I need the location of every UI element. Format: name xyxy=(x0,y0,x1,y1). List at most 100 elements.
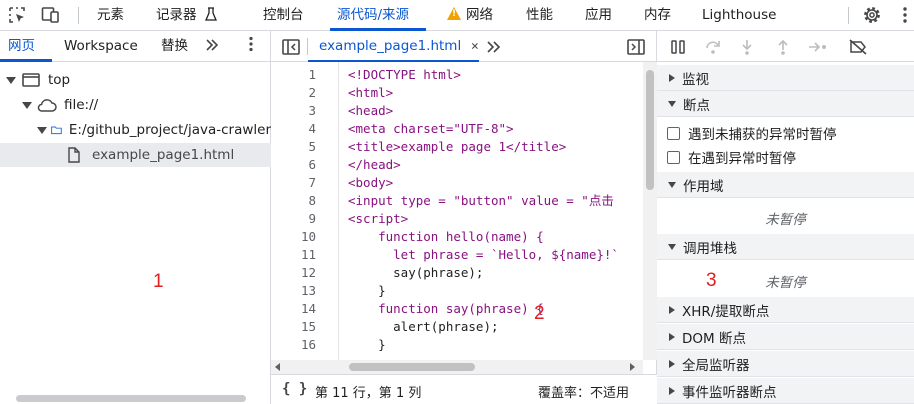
editor-panel: example_page1.html 1 2 3 4 5 6 7 8 9 10 … xyxy=(271,31,657,404)
section-title: 监视 xyxy=(682,71,709,88)
tab-recorder-label: 记录器 xyxy=(156,7,197,23)
code-line: <input type = "button" value = "点击 xyxy=(348,193,614,208)
section-global-listeners[interactable]: 全局监听器 xyxy=(657,351,914,377)
tab-page[interactable]: 网页 xyxy=(8,31,35,62)
tree-item-label: file:// xyxy=(64,97,99,113)
more-options-icon[interactable] xyxy=(894,4,914,26)
scrollbar-thumb[interactable] xyxy=(646,70,654,190)
editor-vertical-scrollbar[interactable] xyxy=(643,62,657,360)
tree-item-folder[interactable]: E:/github_project/java-crawler xyxy=(0,118,271,142)
tab-performance[interactable]: 性能 xyxy=(526,0,553,30)
line-number: 4 xyxy=(308,121,316,136)
flask-icon xyxy=(204,7,217,21)
tree-item-file[interactable]: example_page1.html xyxy=(0,143,271,167)
more-editor-tabs-chevron-icon[interactable] xyxy=(483,36,505,58)
code-line: } xyxy=(348,337,386,352)
devtools-toolbar: 元素 记录器 控制台 源代码/来源 网络 性能 应用 内存 Lighthouse xyxy=(0,0,914,31)
tab-recorder[interactable]: 记录器 xyxy=(156,0,217,30)
checkbox-label: 遇到未捕获的异常时暂停 xyxy=(688,127,837,143)
navigator-more-icon[interactable] xyxy=(248,31,254,62)
close-tab-icon[interactable] xyxy=(471,40,479,52)
line-number: 9 xyxy=(308,211,316,226)
pause-icon[interactable] xyxy=(667,36,689,58)
expand-arrow-icon[interactable] xyxy=(22,101,32,109)
code-line: function say(phrase) { xyxy=(348,301,544,316)
tab-application[interactable]: 应用 xyxy=(585,0,612,30)
line-number: 7 xyxy=(308,175,316,190)
editor-tab-file[interactable]: example_page1.html xyxy=(308,31,479,62)
tab-elements[interactable]: 元素 xyxy=(97,0,124,30)
cursor-position[interactable]: 第 11 行，第 1 列 xyxy=(315,382,421,401)
step-out-icon[interactable] xyxy=(772,36,794,58)
tab-lighthouse[interactable]: Lighthouse xyxy=(702,0,776,30)
line-number: 14 xyxy=(300,301,316,316)
step-over-icon[interactable] xyxy=(702,36,724,58)
toggle-navigator-icon[interactable] xyxy=(280,36,302,58)
device-toolbar-icon[interactable] xyxy=(40,4,62,26)
pause-caught-checkbox[interactable] xyxy=(667,150,680,164)
line-number: 10 xyxy=(300,229,316,244)
step-into-icon[interactable] xyxy=(736,36,758,58)
debugger-toolbar xyxy=(657,31,914,62)
navigator-horizontal-scrollbar[interactable] xyxy=(16,395,246,402)
section-event-listener-breakpoints[interactable]: 事件监听器断点 xyxy=(657,378,914,404)
more-tabs-chevron-icon[interactable] xyxy=(205,31,219,62)
expand-arrow-icon[interactable] xyxy=(37,126,47,134)
code-line: </head> xyxy=(348,157,401,172)
navigator-tabs: 网页 Workspace 替换 xyxy=(0,31,271,62)
tree-item-origin[interactable]: file:// xyxy=(0,93,271,117)
toolbar-divider xyxy=(848,7,849,24)
code-editor[interactable]: 1 2 3 4 5 6 7 8 9 10 11 12 13 14 15 16 <… xyxy=(271,62,643,360)
code-line: } xyxy=(348,283,386,298)
section-xhr-breakpoints[interactable]: XHR/提取断点 xyxy=(657,297,914,323)
editor-tabs: example_page1.html xyxy=(271,31,657,62)
settings-gear-icon[interactable] xyxy=(861,4,883,26)
line-number: 8 xyxy=(308,193,316,208)
tab-console[interactable]: 控制台 xyxy=(263,0,304,30)
curly-braces-icon[interactable]: { } xyxy=(282,381,307,397)
folder-icon xyxy=(51,126,62,135)
window-icon xyxy=(22,73,40,87)
tab-network[interactable]: 网络 xyxy=(447,0,493,30)
navigator-active-tab-indicator xyxy=(0,59,52,62)
panel-number-label: 1 xyxy=(153,271,164,292)
expand-arrow-icon[interactable] xyxy=(6,76,16,84)
scrollbar-thumb[interactable] xyxy=(349,363,475,371)
toggle-debugger-icon[interactable] xyxy=(625,36,647,58)
line-number: 11 xyxy=(300,247,316,262)
scroll-right-arrow-icon[interactable] xyxy=(630,363,635,371)
pause-uncaught-checkbox[interactable] xyxy=(667,126,680,140)
collapsed-arrow-icon xyxy=(669,332,675,341)
editor-horizontal-scrollbar[interactable] xyxy=(271,360,643,374)
section-title: 断点 xyxy=(683,97,710,114)
scroll-left-arrow-icon[interactable] xyxy=(275,363,280,371)
section-call-stack[interactable]: 调用堆栈 xyxy=(657,234,914,260)
tree-item-top[interactable]: top xyxy=(0,68,271,92)
section-dom-breakpoints[interactable]: DOM 断点 xyxy=(657,324,914,350)
step-icon[interactable] xyxy=(807,36,829,58)
expanded-arrow-icon xyxy=(668,100,676,107)
section-title: 事件监听器断点 xyxy=(682,384,777,401)
navigator-panel: 网页 Workspace 替换 top file:// E:/github_pr… xyxy=(0,31,271,404)
tab-workspace[interactable]: Workspace xyxy=(64,31,138,62)
section-breakpoints[interactable]: 断点 xyxy=(657,91,914,117)
tab-overrides[interactable]: 替换 xyxy=(161,31,188,62)
code-line: let phrase = `Hello, ${name}!` xyxy=(348,247,619,262)
code-line: <script> xyxy=(348,211,409,226)
debugger-panel: 监视 断点 遇到未捕获的异常时暂停 在遇到异常时暂停 作用域 未暂停 调用堆栈 … xyxy=(657,31,914,404)
line-number: 5 xyxy=(308,139,316,154)
editor-tab-label: example_page1.html xyxy=(319,37,462,54)
collapsed-arrow-icon xyxy=(669,386,675,395)
pause-caught-checkbox-row[interactable]: 在遇到异常时暂停 xyxy=(657,145,914,169)
deactivate-breakpoints-icon[interactable] xyxy=(847,36,869,58)
inspect-element-icon[interactable] xyxy=(6,4,28,26)
section-scope[interactable]: 作用域 xyxy=(657,172,914,198)
pause-uncaught-checkbox-row[interactable]: 遇到未捕获的异常时暂停 xyxy=(657,121,914,145)
tab-sources[interactable]: 源代码/来源 xyxy=(337,0,409,30)
tab-memory[interactable]: 内存 xyxy=(644,0,671,30)
section-watch[interactable]: 监视 xyxy=(657,65,914,91)
section-title: 调用堆栈 xyxy=(683,240,737,257)
expanded-arrow-icon xyxy=(668,243,676,250)
coverage-status[interactable]: 覆盖率：不适用 xyxy=(538,382,629,401)
tab-network-label: 网络 xyxy=(466,7,493,23)
